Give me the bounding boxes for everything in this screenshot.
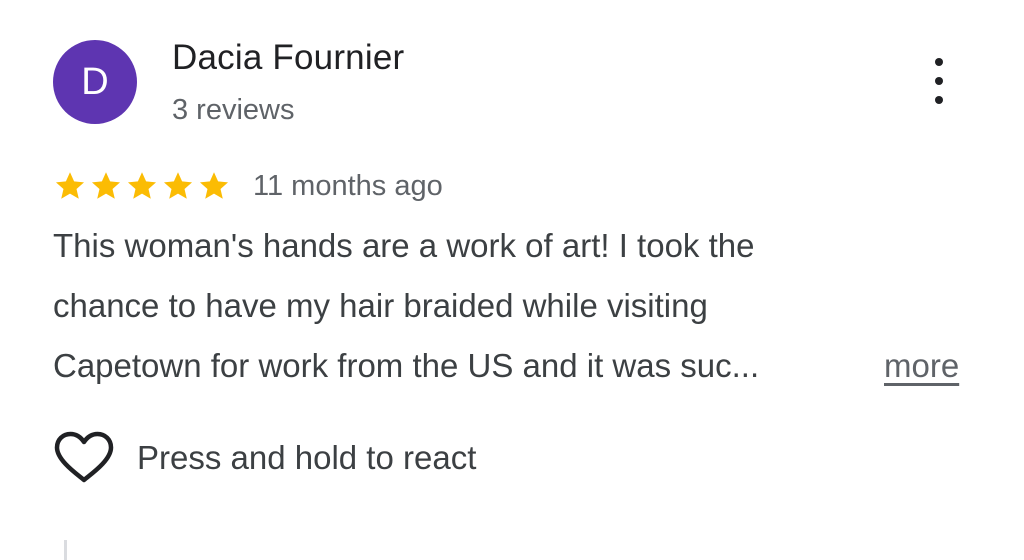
review-timestamp: 11 months ago [253, 169, 443, 202]
avatar[interactable]: D [53, 40, 137, 124]
avatar-initial: D [81, 60, 109, 103]
reviewer-review-count: 3 reviews [172, 94, 295, 126]
react-label: Press and hold to react [137, 439, 477, 476]
divider [64, 540, 67, 560]
more-vert-icon-dot [935, 58, 943, 66]
review-text: This woman's hands are a work of art! I … [53, 216, 983, 396]
more-options-button[interactable] [922, 58, 956, 104]
more-vert-icon-dot [935, 96, 943, 104]
react-button[interactable]: Press and hold to react [53, 430, 476, 486]
star-icon [197, 169, 231, 203]
read-more-link[interactable]: more [884, 336, 959, 396]
star-icon [89, 169, 123, 203]
review-text-line: Capetown for work from the US and it was… [53, 347, 760, 384]
star-icon [125, 169, 159, 203]
review-text-line: chance to have my hair braided while vis… [53, 287, 708, 324]
review-text-line: This woman's hands are a work of art! I … [53, 227, 755, 264]
rating-row: 11 months ago [53, 164, 443, 208]
heart-outline-icon [53, 430, 115, 486]
more-vert-icon-dot [935, 77, 943, 85]
star-icon [161, 169, 195, 203]
reviewer-name[interactable]: Dacia Fournier [172, 38, 404, 78]
star-icon [53, 169, 87, 203]
star-rating [53, 169, 233, 203]
review-card: D Dacia Fournier 3 reviews 11 months ago… [0, 0, 1024, 560]
